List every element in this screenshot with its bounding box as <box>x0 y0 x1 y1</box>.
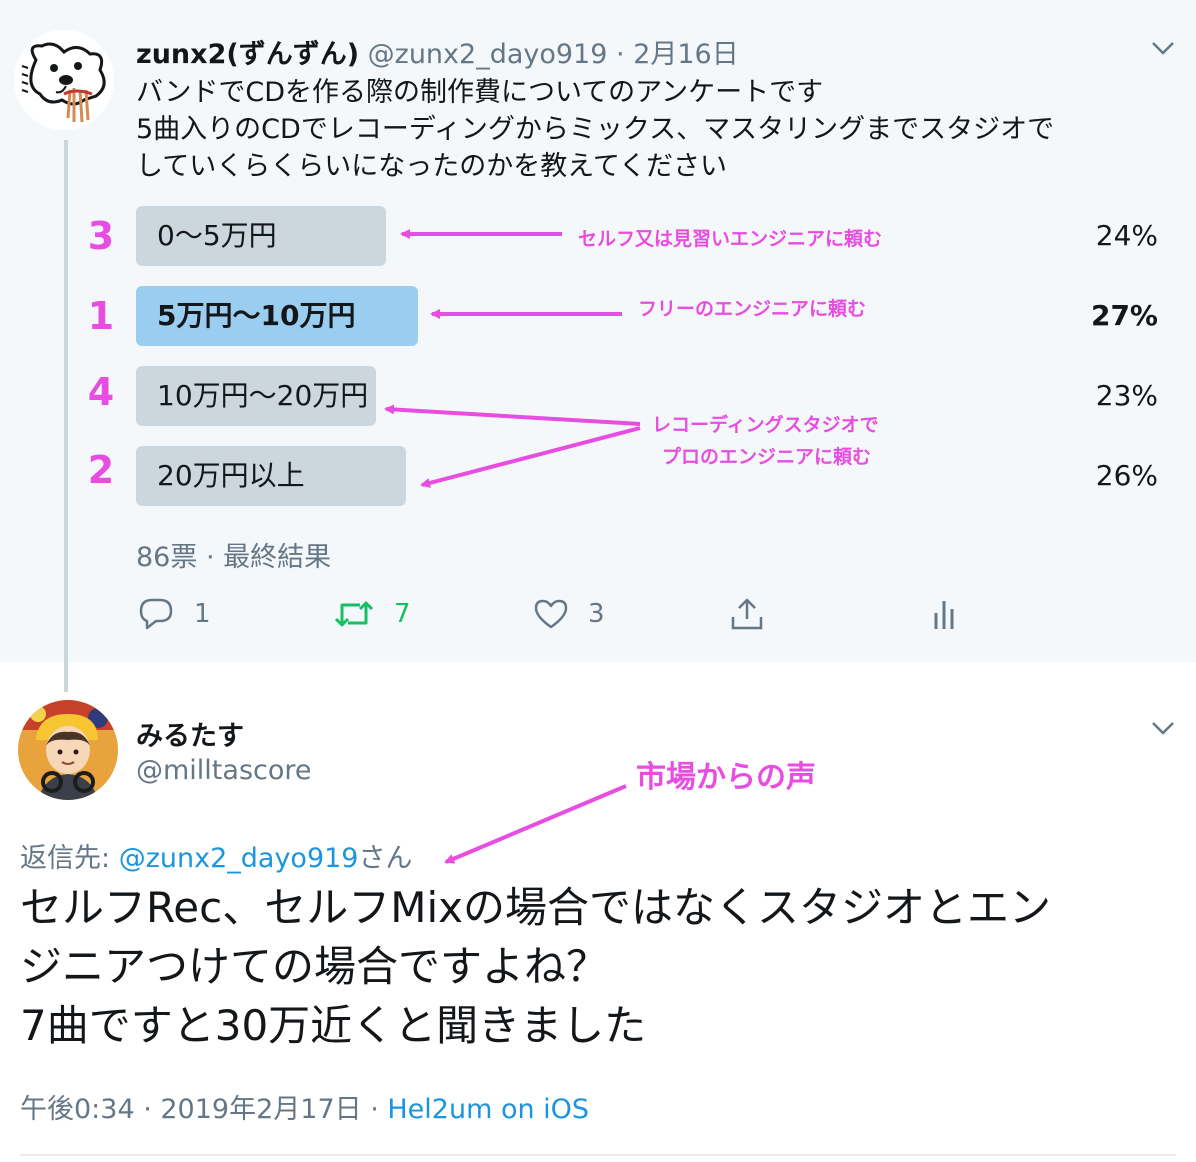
avatar[interactable] <box>18 700 118 800</box>
reply-text: セルフRec、セルフMixの場合ではなくスタジオとエン ジニアつけての場合ですよ… <box>20 878 1180 1055</box>
share-button[interactable] <box>730 592 764 636</box>
retweet-count: 7 <box>394 599 411 629</box>
chevron-down-icon[interactable] <box>1150 718 1176 738</box>
avatar[interactable] <box>14 30 114 130</box>
tweet-text-line: していくらくらいになったのかを教えてください <box>136 151 728 182</box>
user-avatar-icon <box>18 700 118 800</box>
tweet-text: バンドでCDを作る際の制作費についてのアンケートです 5曲入りのCDでレコーディ… <box>136 74 1176 185</box>
analytics-icon <box>934 601 954 629</box>
annotation-note: 市場からの声 <box>636 760 816 795</box>
reply-prefix: 返信先: <box>20 843 111 874</box>
rank-marker: 3 <box>87 214 115 258</box>
poll-option-percent: 24% <box>1095 219 1158 252</box>
heart-icon <box>534 599 568 629</box>
chevron-down-icon[interactable] <box>1150 38 1176 58</box>
divider <box>20 1154 1176 1156</box>
analytics-button[interactable] <box>930 592 960 636</box>
poll-option-label: 5万円〜10万円 <box>157 299 356 332</box>
poll-option-label: 20万円以上 <box>157 459 305 492</box>
timestamp-text[interactable]: 午後0:34 · 2019年2月17日 · <box>20 1094 387 1125</box>
reply-button[interactable]: 1 <box>138 592 211 636</box>
poll-option-percent: 27% <box>1090 299 1158 332</box>
poll-option-label: 0〜5万円 <box>157 219 277 252</box>
header-separator: · <box>616 39 625 70</box>
reply-count: 1 <box>194 599 211 629</box>
tweet-text-line: バンドでCDを作る際の制作費についてのアンケートです <box>136 77 824 108</box>
poll-option-percent: 26% <box>1095 459 1158 492</box>
bear-avatar-icon <box>14 30 114 130</box>
rank-marker: 2 <box>87 448 115 492</box>
tweet-text-line: 5曲入りのCDでレコーディングからミックス、マスタリングまでスタジオで <box>136 114 1055 145</box>
reply-text-line: 7曲ですと30万近くと聞きました <box>20 1001 647 1050</box>
author-name[interactable]: zunx2(ずんずん) <box>136 39 359 70</box>
rank-marker: 4 <box>87 370 115 414</box>
reply-target-link[interactable]: @zunx2_dayo919 <box>119 843 359 874</box>
rank-marker: 1 <box>87 294 115 338</box>
reply-suffix: さん <box>358 843 413 874</box>
annotation-note: レコーディングスタジオで <box>652 414 879 436</box>
like-count: 3 <box>588 599 605 629</box>
tweet-date[interactable]: 2月16日 <box>633 39 739 70</box>
annotation-note: プロのエンジニアに頼む <box>662 446 872 468</box>
poll-meta: 86票 · 最終結果 <box>136 542 332 573</box>
author-name[interactable]: みるたす <box>136 714 244 753</box>
author-handle[interactable]: @milltascore <box>136 755 312 786</box>
poll-option-percent: 23% <box>1095 379 1158 412</box>
annotation-note: セルフ又は見習いエンジニアに頼む <box>578 228 883 250</box>
annotation-arrow <box>444 784 627 864</box>
share-icon <box>731 598 763 630</box>
thread-connector-line <box>64 140 68 692</box>
annotation-note: フリーのエンジニアに頼む <box>638 298 867 320</box>
reply-context: 返信先: @zunx2_dayo919さん <box>20 836 412 875</box>
reply-text-line: ジニアつけての場合ですよね？ <box>20 942 609 991</box>
reply-text-line: セルフRec、セルフMixの場合ではなくスタジオとエン <box>20 883 1051 932</box>
reply-icon <box>139 598 173 630</box>
tweet-header: zunx2(ずんずん) @zunx2_dayo919 · 2月16日 <box>136 32 739 71</box>
poll-option-label: 10万円〜20万円 <box>157 379 369 412</box>
retweet-button[interactable]: 7 <box>334 592 411 636</box>
like-button[interactable]: 3 <box>534 592 605 636</box>
source-link[interactable]: Hel2um on iOS <box>387 1094 589 1125</box>
tweet-timestamp: 午後0:34 · 2019年2月17日 · Hel2um on iOS <box>20 1087 589 1126</box>
retweet-icon <box>334 601 374 627</box>
author-handle[interactable]: @zunx2_dayo919 <box>368 39 608 70</box>
